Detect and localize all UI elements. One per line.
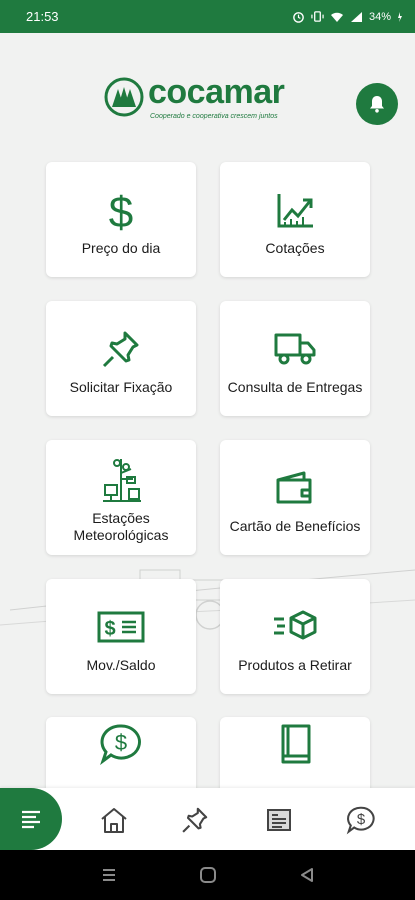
brand-tagline: Cooperado e cooperativa crescem juntos: [150, 113, 278, 120]
nav-home[interactable]: [97, 803, 131, 837]
brand-name: cocamar: [148, 73, 285, 111]
pushpin-icon: [182, 807, 208, 833]
home-icon: [101, 808, 127, 833]
battery-icon: [398, 11, 402, 22]
wallet-icon: [274, 464, 316, 512]
newspaper-icon: [267, 809, 291, 831]
svg-text:$: $: [104, 618, 115, 640]
vibrate-icon: [311, 11, 324, 22]
alarm-icon: [293, 12, 304, 23]
back-icon[interactable]: [298, 866, 316, 884]
dollar-chat-icon: $: [346, 806, 375, 835]
chart-trend-icon: [275, 186, 315, 234]
menu-button[interactable]: [0, 788, 62, 850]
book-icon: [277, 720, 313, 768]
card-solicitar-fixacao[interactable]: Solicitar Fixação: [46, 301, 196, 416]
card-preco-do-dia[interactable]: $ Preço do dia: [46, 162, 196, 277]
status-icons: 34%: [292, 10, 403, 23]
header: cocamar Cooperado e cooperativa crescem …: [0, 33, 415, 153]
home-circle-icon[interactable]: [199, 866, 217, 884]
pushpin-icon: [101, 325, 141, 373]
card-label: Consulta de Entregas: [227, 379, 363, 395]
card-label: Cotações: [265, 240, 325, 256]
dollar-icon: $: [106, 186, 136, 234]
notifications-button[interactable]: [356, 83, 398, 125]
battery-percentage: 34%: [368, 10, 391, 23]
bottom-navigation: $: [0, 788, 415, 850]
truck-icon: [273, 325, 317, 373]
card-cotacoes[interactable]: Cotações: [220, 162, 370, 277]
banknote-icon: $: [96, 603, 146, 651]
nav-news[interactable]: [262, 803, 296, 837]
status-bar: 21:53 34%: [0, 0, 415, 33]
svg-text:$: $: [357, 811, 366, 828]
nav-fixacao[interactable]: [178, 803, 212, 837]
system-navigation-bar: [0, 850, 415, 900]
card-label: Mov./Saldo: [86, 657, 156, 673]
card-label: Cartão de Benefícios: [229, 518, 361, 534]
status-time: 21:53: [26, 9, 59, 24]
card-label: Solicitar Fixação: [69, 379, 173, 395]
wifi-icon: [330, 12, 343, 22]
card-label: Produtos a Retirar: [238, 657, 352, 673]
package-icon: [271, 603, 319, 651]
card-label: Estações Meteorológicas: [73, 509, 169, 543]
svg-text:$: $: [115, 730, 127, 755]
nav-financeiro[interactable]: $: [344, 803, 378, 837]
card-cartao-de-beneficios[interactable]: Cartão de Benefícios: [220, 440, 370, 555]
signal-icon: [350, 11, 362, 22]
card-consulta-de-entregas[interactable]: Consulta de Entregas: [220, 301, 370, 416]
svg-text:$: $: [109, 188, 133, 233]
card-mov-saldo[interactable]: $ Mov./Saldo: [46, 579, 196, 694]
recents-icon[interactable]: [100, 866, 118, 884]
cocamar-logo: cocamar Cooperado e cooperativa crescem …: [104, 73, 314, 125]
card-produtos-a-retirar[interactable]: Produtos a Retirar: [220, 579, 370, 694]
bell-icon: [370, 96, 384, 113]
logo-mark-icon: [104, 77, 144, 117]
weather-station-icon: [99, 456, 143, 504]
menu-icon: [22, 810, 40, 829]
dollar-chat-icon: $: [99, 720, 143, 768]
card-estacoes-meteorologicas[interactable]: Estações Meteorológicas: [46, 440, 196, 555]
card-label: Preço do dia: [81, 240, 161, 256]
